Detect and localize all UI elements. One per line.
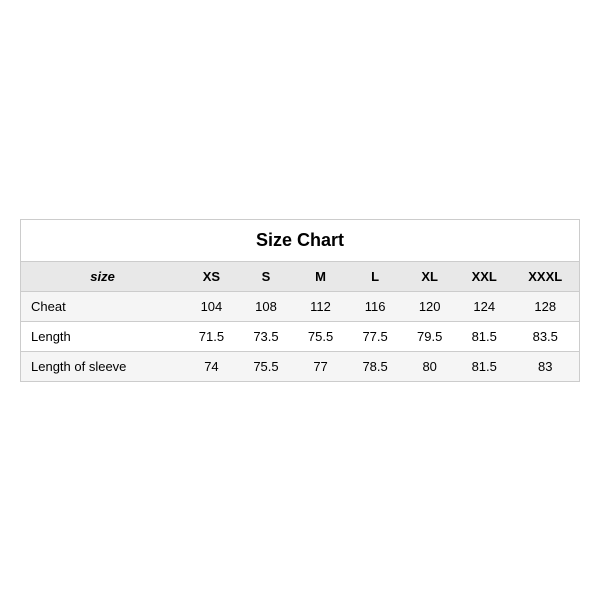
size-chart-table: Size Chart size XS S M L XL XXL XXXL Che… bbox=[20, 219, 580, 382]
xl-column-header: XL bbox=[402, 261, 457, 291]
xs-column-header: XS bbox=[184, 261, 239, 291]
cell-value: 74 bbox=[184, 351, 239, 381]
size-chart-container: Size Chart size XS S M L XL XXL XXXL Che… bbox=[20, 219, 580, 382]
m-column-header: M bbox=[293, 261, 348, 291]
cell-value: 83.5 bbox=[512, 321, 580, 351]
cell-value: 71.5 bbox=[184, 321, 239, 351]
cell-value: 116 bbox=[348, 291, 403, 321]
cell-value: 81.5 bbox=[457, 351, 512, 381]
cell-value: 112 bbox=[293, 291, 348, 321]
row-label: Length of sleeve bbox=[21, 351, 185, 381]
cell-value: 104 bbox=[184, 291, 239, 321]
s-column-header: S bbox=[239, 261, 294, 291]
cell-value: 77.5 bbox=[348, 321, 403, 351]
xxxl-column-header: XXXL bbox=[512, 261, 580, 291]
cell-value: 108 bbox=[239, 291, 294, 321]
xxl-column-header: XXL bbox=[457, 261, 512, 291]
cell-value: 81.5 bbox=[457, 321, 512, 351]
header-row: size XS S M L XL XXL XXXL bbox=[21, 261, 580, 291]
table-row: Length of sleeve 74 75.5 77 78.5 80 81.5… bbox=[21, 351, 580, 381]
cell-value: 78.5 bbox=[348, 351, 403, 381]
title-row: Size Chart bbox=[21, 219, 580, 261]
l-column-header: L bbox=[348, 261, 403, 291]
row-label: Cheat bbox=[21, 291, 185, 321]
cell-value: 73.5 bbox=[239, 321, 294, 351]
cell-value: 75.5 bbox=[293, 321, 348, 351]
cell-value: 128 bbox=[512, 291, 580, 321]
cell-value: 120 bbox=[402, 291, 457, 321]
cell-value: 124 bbox=[457, 291, 512, 321]
cell-value: 83 bbox=[512, 351, 580, 381]
cell-value: 77 bbox=[293, 351, 348, 381]
cell-value: 79.5 bbox=[402, 321, 457, 351]
cell-value: 80 bbox=[402, 351, 457, 381]
size-column-header: size bbox=[21, 261, 185, 291]
table-row: Cheat 104 108 112 116 120 124 128 bbox=[21, 291, 580, 321]
cell-value: 75.5 bbox=[239, 351, 294, 381]
table-row: Length 71.5 73.5 75.5 77.5 79.5 81.5 83.… bbox=[21, 321, 580, 351]
table-title: Size Chart bbox=[21, 219, 580, 261]
row-label: Length bbox=[21, 321, 185, 351]
